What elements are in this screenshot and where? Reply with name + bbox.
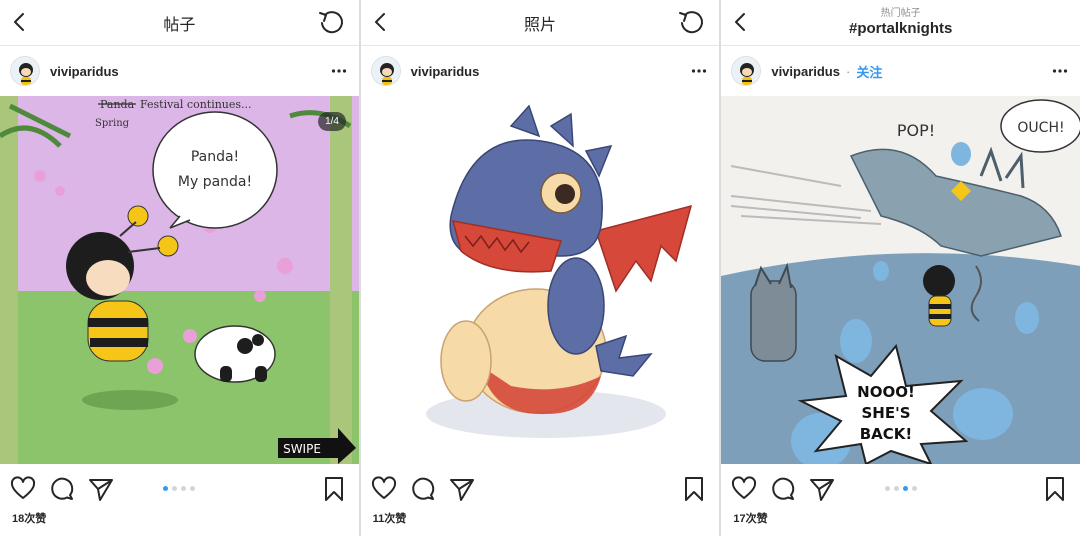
dragon-plush-illustration [360,96,720,464]
comment-icon[interactable] [49,476,75,502]
comment-icon[interactable] [770,476,796,502]
bookmark-icon[interactable] [681,476,707,502]
post-panel-1: 帖子 viviparidus Panda! My panda! Panda Fe… [0,0,359,536]
refresh-icon[interactable] [317,9,345,37]
caption-top: Festival continues... [140,98,252,111]
hashtag-header: 热门帖子 #portalknights [849,8,952,38]
back-icon[interactable] [371,11,391,33]
share-icon[interactable] [449,476,475,502]
more-icon[interactable] [691,63,707,79]
heart-icon[interactable] [371,476,397,502]
swipe-label: SWIPE [283,442,321,456]
like-count[interactable]: 17次赞 [721,510,1080,526]
back-icon[interactable] [10,11,30,33]
carousel-dot [172,486,178,491]
nav-bar: 帖子 [0,0,359,46]
burst-line-1: NOOO! [858,383,916,401]
comment-icon[interactable] [410,476,436,502]
carousel-dot [190,486,196,491]
username[interactable]: viviparidus [411,64,480,79]
carousel-dot [163,486,169,491]
like-count[interactable]: 18次赞 [0,510,359,526]
post-header: viviparidus [0,46,359,96]
share-icon[interactable] [809,476,835,502]
post-panel-2: 照片 viviparidus 11次赞 [360,0,720,536]
post-header: viviparidus · 关注 [721,46,1080,96]
bookmark-icon[interactable] [1042,476,1068,502]
nav-bar: 照片 [360,0,720,46]
refresh-icon[interactable] [677,9,705,37]
comic-dragon-illustration: POP! OUCH! NOOO! SHE'S BACK! [721,96,1080,464]
carousel-dot [884,486,890,491]
header-kicker: 热门帖子 [880,7,921,19]
bubble-line-1: Panda! [191,149,239,165]
avatar[interactable] [10,56,40,86]
post-panel-3: 热门帖子 #portalknights viviparidus · 关注 POP… [721,0,1080,536]
action-bar [0,464,359,510]
username[interactable]: viviparidus [50,64,119,79]
post-header: viviparidus [361,46,720,96]
bubble-line-2: My panda! [178,174,252,190]
separator: · [845,63,851,79]
page-title: #portalknights [849,19,953,37]
page-title: 照片 [524,16,557,34]
carousel-dot [181,486,187,491]
action-bar [361,464,720,510]
heart-icon[interactable] [731,476,757,502]
post-image[interactable] [360,96,720,464]
carousel-dots [884,486,917,491]
page-title: 帖子 [163,16,196,34]
post-image[interactable]: POP! OUCH! NOOO! SHE'S BACK! [721,96,1080,464]
comic-panda-illustration: Panda! My panda! Panda Festival continue… [0,96,359,464]
screens: 帖子 viviparidus Panda! My panda! Panda Fe… [0,0,1080,536]
carousel-dot [911,486,917,491]
nav-bar: 热门帖子 #portalknights [721,0,1080,46]
burst-line-3: BACK! [860,425,913,443]
username[interactable]: viviparidus [771,64,840,79]
more-icon[interactable] [331,63,347,79]
action-bar [721,464,1080,510]
burst-line-2: SHE'S [862,404,911,422]
back-icon[interactable] [731,11,751,33]
carousel-dot [893,486,899,491]
follow-button[interactable]: 关注 [856,62,882,81]
more-icon[interactable] [1052,63,1068,79]
avatar[interactable] [370,56,401,86]
post-image[interactable]: Panda! My panda! Panda Festival continue… [0,96,359,464]
share-icon[interactable] [88,476,114,502]
carousel-dot [902,486,908,491]
avatar[interactable] [731,56,762,86]
carousel-dots [163,486,196,491]
heart-icon[interactable] [10,476,36,502]
bookmark-icon[interactable] [321,476,347,502]
spring-word: Spring [95,118,130,129]
like-count[interactable]: 11次赞 [361,510,720,526]
ouch-bubble: OUCH! [1018,120,1065,136]
image-counter: 1/4 [318,112,346,131]
pop-sfx: POP! [897,121,935,140]
